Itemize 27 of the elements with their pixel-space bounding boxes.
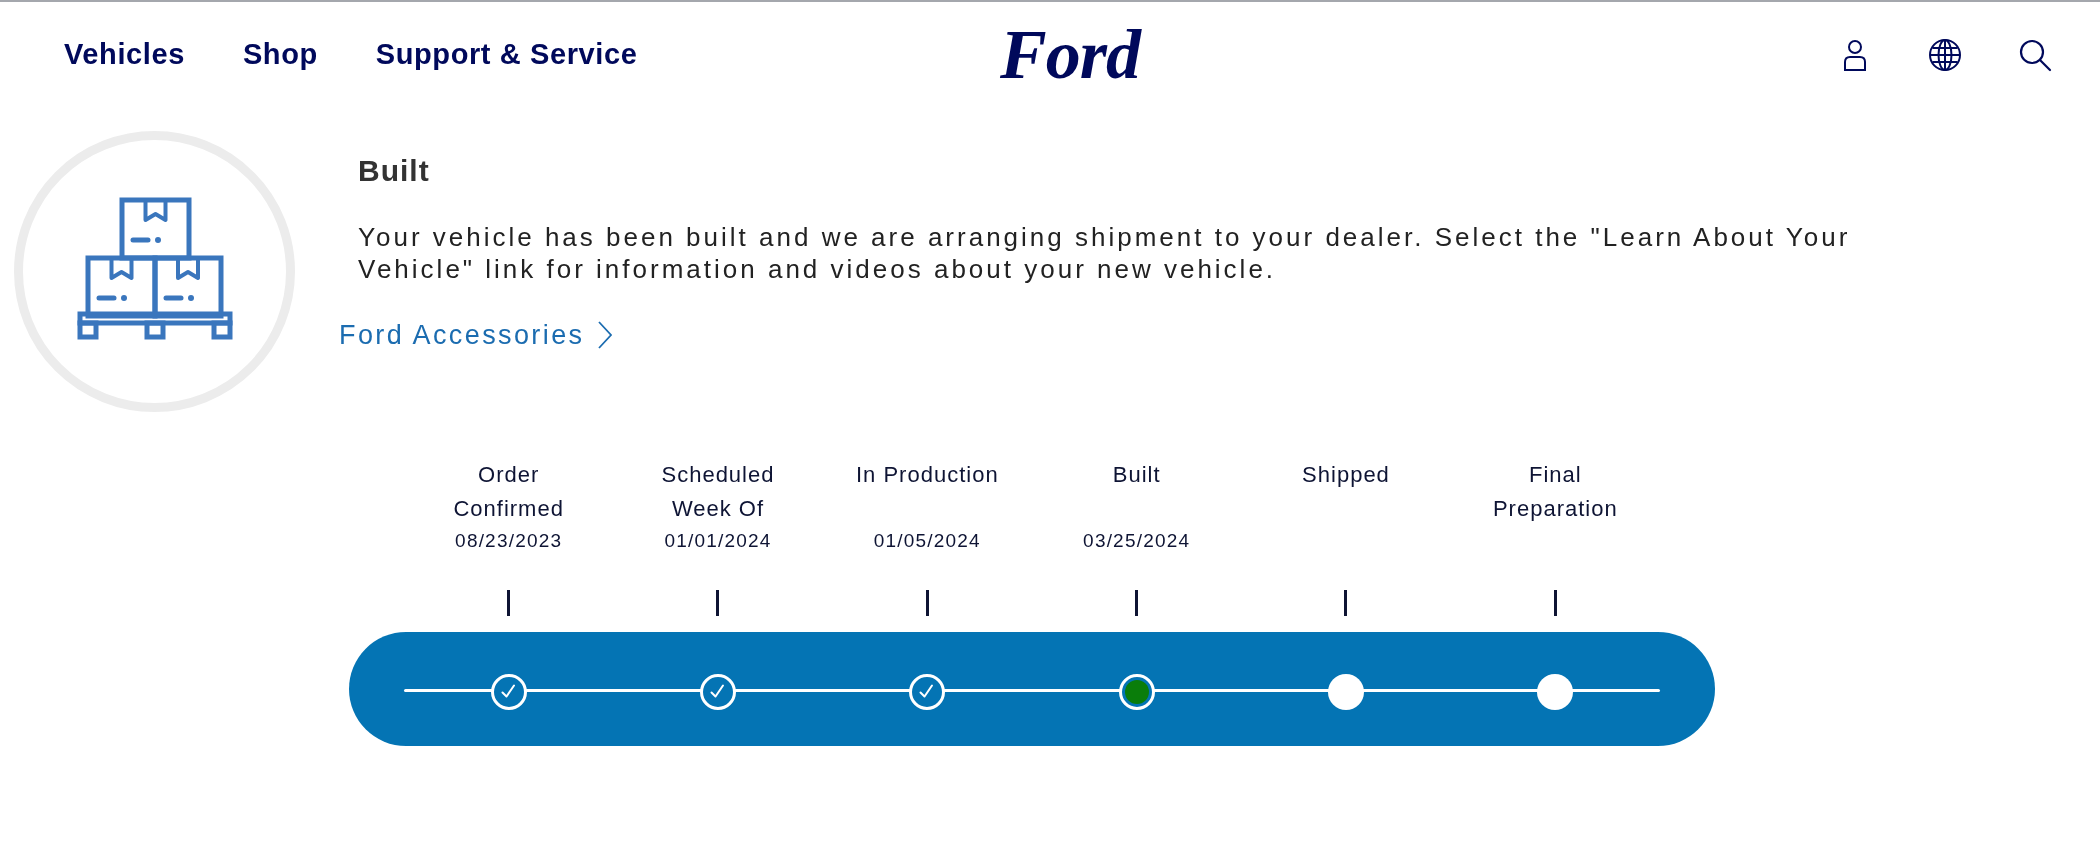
- chevron-right-icon: [598, 321, 613, 349]
- tick-mark: [716, 590, 720, 616]
- step-date: 01/01/2024: [664, 529, 772, 553]
- step-label: Order Confirmed: [452, 461, 565, 523]
- brand-logo[interactable]: Ford: [960, 19, 1140, 90]
- tick-mark: [1344, 590, 1348, 616]
- boxes-on-pallet-icon: [13, 130, 296, 413]
- step-label: Final Preparation: [1491, 461, 1619, 523]
- step-date: 08/23/2023: [455, 529, 563, 553]
- step-label: In Production: [856, 461, 999, 489]
- status-title: Built: [358, 153, 430, 189]
- step-label: Shipped: [1302, 461, 1390, 489]
- tick-mark: [1135, 590, 1139, 616]
- step-date: 01/05/2024: [873, 529, 981, 553]
- step-label: Built: [1112, 461, 1161, 489]
- nav-link[interactable]: Vehicles: [64, 38, 185, 71]
- step-date: 03/25/2024: [1083, 529, 1191, 553]
- step-label: Scheduled Week Of: [660, 461, 776, 523]
- status-description: Your vehicle has been built and we are arranging shipment to your dealer. Select the "Learn About Your Vehicle" link for information and videos about your new vehicle.: [358, 221, 1852, 285]
- tick-mark: [507, 590, 511, 616]
- accessories-link[interactable]: Ford Accessories: [339, 318, 613, 352]
- tick-mark: [1553, 590, 1557, 616]
- search-icon[interactable]: [2018, 37, 2052, 72]
- nav-link[interactable]: Shop: [242, 38, 318, 71]
- nav-link[interactable]: Support & Service: [375, 38, 638, 71]
- globe-icon[interactable]: [1928, 37, 1962, 72]
- tick-mark: [925, 590, 929, 616]
